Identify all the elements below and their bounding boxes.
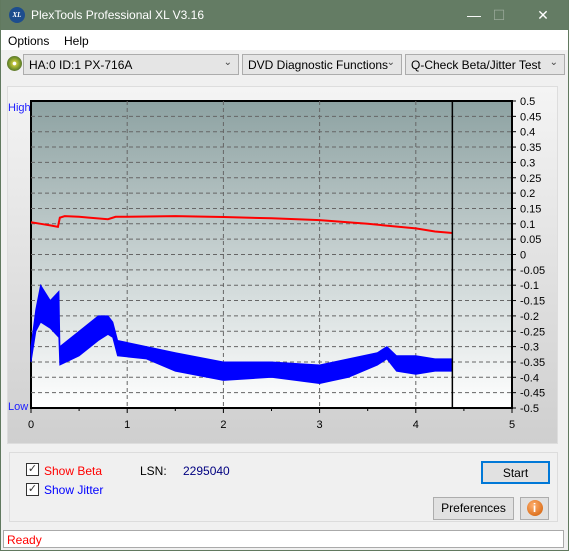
- x-tick-label: 4: [413, 419, 419, 431]
- show-beta-label[interactable]: Show Beta: [44, 464, 102, 478]
- y-tick-label: 0.5: [520, 96, 535, 108]
- high-label: High: [8, 102, 31, 114]
- y-tick-label: 0.2: [520, 188, 535, 200]
- info-icon: i: [526, 500, 543, 516]
- y-tick-label: -0.35: [520, 357, 545, 369]
- x-tick-label: 3: [317, 419, 323, 431]
- y-tick-label: 0.45: [520, 111, 541, 123]
- preferences-button[interactable]: Preferences: [433, 497, 514, 520]
- x-tick-label: 0: [28, 419, 34, 431]
- show-beta-checkbox[interactable]: ✓: [26, 463, 39, 476]
- y-tick-label: -0.3: [520, 342, 539, 354]
- y-tick-label: 0.25: [520, 173, 541, 185]
- lsn-label: LSN:: [140, 464, 167, 478]
- low-label: Low: [8, 401, 28, 413]
- y-tick-label: -0.1: [520, 280, 539, 292]
- y-tick-label: -0.5: [520, 403, 539, 415]
- y-tick-label: 0.3: [520, 157, 535, 169]
- y-tick-label: -0.15: [520, 296, 545, 308]
- y-tick-label: -0.05: [520, 265, 545, 277]
- lsn-value: 2295040: [183, 464, 230, 478]
- show-jitter-label[interactable]: Show Jitter: [44, 483, 103, 497]
- x-tick-label: 5: [509, 419, 515, 431]
- x-tick-label: 1: [124, 419, 130, 431]
- info-button[interactable]: i: [520, 497, 549, 520]
- y-tick-label: 0.35: [520, 142, 541, 154]
- y-tick-label: 0.1: [520, 219, 535, 231]
- y-tick-label: -0.45: [520, 388, 545, 400]
- y-tick-label: 0.05: [520, 234, 541, 246]
- x-tick-label: 2: [220, 419, 226, 431]
- y-tick-label: 0: [520, 250, 526, 262]
- start-button[interactable]: Start: [481, 461, 550, 484]
- y-tick-label: -0.4: [520, 372, 539, 384]
- y-tick-label: 0.4: [520, 127, 535, 139]
- y-tick-label: -0.2: [520, 311, 539, 323]
- y-tick-label: 0.15: [520, 203, 541, 215]
- status-bar: Ready: [3, 530, 564, 548]
- show-jitter-checkbox[interactable]: ✓: [26, 483, 39, 496]
- y-tick-label: -0.25: [520, 326, 545, 338]
